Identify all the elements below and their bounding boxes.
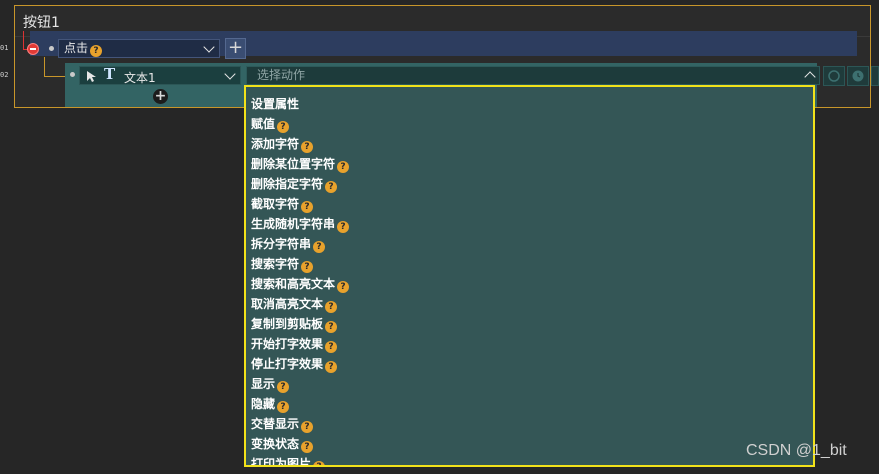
action-dropdown: 设置属性 赋值? 添加字符? 删除某位置字符? 删除指定字符? 截取字符? 生成随机字符串?… [244,85,815,467]
help-icon[interactable]: ? [301,421,314,433]
dropdown-option[interactable]: 截取字符? [251,194,813,214]
option-label: 打印为图片 [251,457,312,467]
option-label: 搜索字符 [251,257,300,271]
option-label: 搜索和高亮文本 [251,277,336,291]
help-icon[interactable]: ? [277,381,290,393]
watermark: CSDN @1_bit [746,442,847,459]
dropdown-option[interactable]: 打印为图片? [251,454,813,467]
add-event-button[interactable]: + [225,38,246,59]
dropdown-option[interactable]: 删除指定字符? [251,174,813,194]
option-label: 拆分字符串 [251,237,312,251]
dropdown-option[interactable]: 变换状态? [251,434,813,454]
tree-connector [44,76,66,77]
dropdown-option[interactable]: 生成随机字符串? [251,214,813,234]
option-label: 复制到剪贴板 [251,317,324,331]
option-label: 删除指定字符 [251,177,324,191]
chevron-down-icon [224,68,236,80]
dropdown-option[interactable]: 拆分字符串? [251,234,813,254]
dropdown-option[interactable]: 搜索和高亮文本? [251,274,813,294]
text-widget-icon: T [104,65,116,83]
option-label: 交替显示 [251,417,300,431]
help-icon[interactable]: ? [90,45,103,57]
option-label: 生成随机字符串 [251,217,336,231]
action-placeholder: 选择动作 [257,68,306,82]
help-icon[interactable]: ? [337,161,350,173]
target-select[interactable]: T 文本1 [79,65,241,85]
option-label: 停止打字效果 [251,357,324,371]
option-label: 隐藏 [251,397,276,411]
option-label: 赋值 [251,117,276,131]
trigger-label: 点击 [64,41,89,55]
option-label: 添加字符 [251,137,300,151]
help-icon[interactable]: ? [337,281,350,293]
option-label: 设置属性 [251,97,300,111]
help-icon[interactable]: ? [301,441,314,453]
dropdown-option[interactable]: 设置属性 [251,94,813,114]
delay-button[interactable] [847,66,869,86]
dropdown-option[interactable]: 隐藏? [251,394,813,414]
help-icon[interactable]: ? [325,361,338,373]
dropdown-option[interactable]: 删除某位置字符? [251,154,813,174]
tree-connector [44,57,45,76]
help-icon[interactable]: ? [301,261,314,273]
tree-connector [23,31,24,49]
dropdown-option[interactable]: 交替显示? [251,414,813,434]
option-label: 开始打字效果 [251,337,324,351]
refresh-button[interactable] [823,66,845,86]
trigger-select[interactable]: 点击? [58,39,220,58]
dropdown-option[interactable]: 搜索字符? [251,254,813,274]
help-icon[interactable]: ? [301,201,314,213]
refresh-icon [828,70,840,82]
dropdown-option[interactable]: 开始打字效果? [251,334,813,354]
option-label: 删除某位置字符 [251,157,336,171]
dropdown-option[interactable]: 添加字符? [251,134,813,154]
help-icon[interactable]: ? [277,401,290,413]
dropdown-option[interactable]: 赋值? [251,114,813,134]
dropdown-option[interactable]: 停止打字效果? [251,354,813,374]
dropdown-option[interactable]: 显示? [251,374,813,394]
help-icon[interactable]: ? [277,121,290,133]
row-bullet [70,72,75,77]
chevron-up-icon [804,71,816,83]
help-icon[interactable]: ? [337,221,350,233]
row-bullet [49,46,54,51]
action-list: 设置属性 赋值? 添加字符? 删除某位置字符? 删除指定字符? 截取字符? 生成随机字符串?… [246,87,813,467]
help-icon[interactable]: ? [301,141,314,153]
row-number: 02 [0,71,9,79]
option-label: 截取字符 [251,197,300,211]
dropdown-option[interactable]: 复制到剪贴板? [251,314,813,334]
help-icon[interactable]: ? [313,241,326,253]
more-button[interactable] [871,66,879,86]
option-label: 显示 [251,377,276,391]
row-number: 01 [0,44,9,52]
option-label: 取消高亮文本 [251,297,324,311]
chevron-down-icon [203,41,215,53]
help-icon[interactable]: ? [325,181,338,193]
dropdown-option[interactable]: 取消高亮文本? [251,294,813,314]
cursor-icon [87,71,96,82]
target-label: 文本1 [124,71,156,85]
panel-title: 按钮1 [23,15,60,31]
help-icon[interactable]: ? [325,341,338,353]
help-icon[interactable]: ? [313,461,326,465]
option-label: 变换状态 [251,437,300,451]
clock-icon [852,70,864,82]
add-action-button[interactable]: + [153,89,168,104]
help-icon[interactable]: ? [325,321,338,333]
help-icon[interactable]: ? [325,301,338,313]
action-select[interactable]: 选择动作 [246,66,820,85]
delete-icon[interactable] [27,43,39,55]
